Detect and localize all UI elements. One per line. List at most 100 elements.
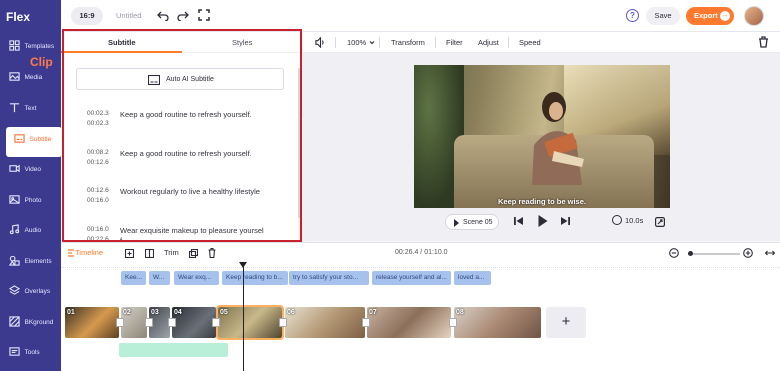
video-clip[interactable]: 07 [367, 307, 451, 338]
subtitle-start-time[interactable]: 00:16.0 [87, 226, 109, 233]
nav-item-tools[interactable]: Tools [0, 340, 61, 370]
split-icon[interactable] [145, 249, 154, 258]
filter-button[interactable]: Filter [446, 38, 463, 47]
divider [335, 37, 336, 48]
subtitle-item[interactable]: 00:12.6 00:16.0 Workout regularly to liv… [61, 187, 296, 215]
redo-icon[interactable] [177, 9, 189, 21]
nav-item-text[interactable]: Text [0, 96, 61, 126]
subtitle-track-item[interactable]: release yourself and al... [372, 271, 451, 285]
skip-forward-icon[interactable] [560, 216, 570, 226]
timeline-ruler[interactable] [61, 262, 780, 268]
auto-ai-subtitle-button[interactable]: Auto AI Subtitle [76, 68, 284, 90]
help-icon[interactable]: ? [626, 9, 639, 22]
playhead[interactable] [243, 264, 244, 371]
video-clip-selected[interactable]: 05 [216, 305, 284, 340]
audio-track-item[interactable] [119, 343, 228, 357]
nav-item-templates[interactable]: Templates [0, 34, 61, 64]
project-title[interactable]: Untitled [116, 11, 141, 20]
video-icon [8, 164, 20, 173]
subtitle-track-item[interactable]: W... [149, 271, 170, 285]
trash-icon[interactable] [208, 248, 216, 258]
clip-number: 03 [151, 309, 159, 316]
nav-item-bkground[interactable]: BKground [0, 310, 61, 340]
aspect-ratio-button[interactable]: 16:9 [71, 7, 103, 25]
video-clip[interactable]: 01 [65, 307, 119, 338]
subtitle-item[interactable]: 00:02.3 00:02.3 Keep a good routine to r… [61, 110, 296, 138]
subtitle-track-item[interactable]: Kee... [121, 271, 146, 285]
transform-button[interactable]: Transform [391, 38, 425, 47]
transition-handle[interactable] [362, 318, 370, 327]
skip-back-icon[interactable] [514, 216, 524, 226]
flexclip-logo[interactable]: Flex Clip [6, 10, 53, 69]
subtitle-text[interactable]: Keep a good routine to refresh yourself. [120, 110, 252, 119]
video-scene-person [532, 92, 584, 185]
play-icon [454, 219, 459, 227]
subtitle-track-item[interactable]: Keep reading to b... [222, 271, 288, 285]
fullscreen-icon[interactable] [198, 9, 210, 21]
nav-item-audio[interactable]: Audio [0, 218, 61, 248]
transition-handle[interactable] [168, 318, 176, 327]
add-clip-button[interactable]: + [546, 307, 586, 338]
scrollbar-thumb[interactable] [298, 68, 301, 218]
scene-duration[interactable]: 10.0s [612, 215, 643, 226]
zoom-select[interactable]: 100% [347, 38, 375, 47]
scene-play-button[interactable]: Scene 05 [445, 214, 499, 230]
nav-item-elements[interactable]: Elements [0, 249, 61, 279]
subtitle-end-time[interactable]: 00:12.6 [87, 159, 109, 166]
timeline-zoom-handle[interactable] [688, 251, 693, 256]
adjust-button[interactable]: Adjust [478, 38, 499, 47]
divider [435, 37, 436, 48]
subtitle-text[interactable]: Wear exquisite makeup to pleasure yourse… [120, 226, 264, 235]
tab-subtitle[interactable]: Subtitle [108, 38, 136, 47]
tab-styles[interactable]: Styles [232, 38, 252, 47]
nav-item-subtitle[interactable]: Subtitle [0, 127, 62, 157]
export-button[interactable]: Export → [686, 7, 734, 25]
nav-item-media[interactable]: Media [0, 65, 61, 95]
zoom-out-icon[interactable] [669, 248, 679, 258]
export-label: Export [694, 11, 718, 20]
nav-item-overlays[interactable]: Overlays [0, 279, 61, 309]
subtitle-item[interactable]: 00:08.2 00:12.6 Keep a good routine to r… [61, 149, 296, 177]
timeline-label[interactable]: Timeline [75, 248, 103, 257]
fit-timeline-icon[interactable] [765, 248, 775, 258]
subtitle-track-item[interactable]: try to satisfy your sto... [289, 271, 369, 285]
transition-handle[interactable] [279, 318, 287, 327]
video-clip[interactable]: 08 [454, 307, 541, 338]
transition-handle[interactable] [449, 318, 457, 327]
subtitle-panel: Subtitle Styles Auto AI Subtitle 00:02.3… [61, 32, 301, 245]
video-clip[interactable]: 06 [285, 307, 365, 338]
subtitle-start-time[interactable]: 00:02.3 [87, 110, 109, 117]
transition-handle[interactable] [212, 318, 220, 327]
volume-icon[interactable] [315, 37, 326, 48]
playhead-handle[interactable] [239, 262, 247, 268]
subtitle-track-item[interactable]: Wear exq... [174, 271, 219, 285]
video-clip[interactable]: 02 [121, 307, 147, 338]
duplicate-icon[interactable] [189, 249, 198, 258]
nav-item-video[interactable]: Video [0, 157, 61, 187]
video-preview[interactable]: Keep reading to be wise. [414, 65, 670, 208]
zoom-in-icon[interactable] [743, 248, 753, 258]
auto-ai-subtitle-label: Auto AI Subtitle [166, 76, 214, 83]
expand-icon[interactable] [655, 217, 665, 227]
video-clip[interactable]: 04 [172, 307, 216, 338]
clip-number: 05 [220, 309, 228, 316]
subtitle-end-time[interactable]: 00:16.0 [87, 197, 109, 204]
trim-button[interactable]: Trim [164, 248, 179, 257]
subtitle-start-time[interactable]: 00:12.6 [87, 187, 109, 194]
transition-handle[interactable] [145, 318, 153, 327]
add-scene-icon[interactable] [125, 249, 134, 258]
play-icon[interactable] [537, 215, 548, 227]
subtitle-text[interactable]: Workout regularly to live a healthy life… [120, 187, 260, 196]
save-button[interactable]: Save [646, 7, 680, 25]
speed-button[interactable]: Speed [519, 38, 541, 47]
subtitle-text[interactable]: Keep a good routine to refresh yourself. [120, 149, 252, 158]
trash-icon[interactable] [758, 36, 769, 48]
subtitle-end-time[interactable]: 00:02.3 [87, 120, 109, 127]
nav-item-photo[interactable]: Photo [0, 188, 61, 218]
avatar[interactable] [744, 6, 764, 26]
subtitle-start-time[interactable]: 00:08.2 [87, 149, 109, 156]
timeline-zoom-slider[interactable] [688, 253, 740, 255]
transition-handle[interactable] [116, 318, 124, 327]
subtitle-track-item[interactable]: loved a... [454, 271, 491, 285]
undo-icon[interactable] [157, 9, 169, 21]
